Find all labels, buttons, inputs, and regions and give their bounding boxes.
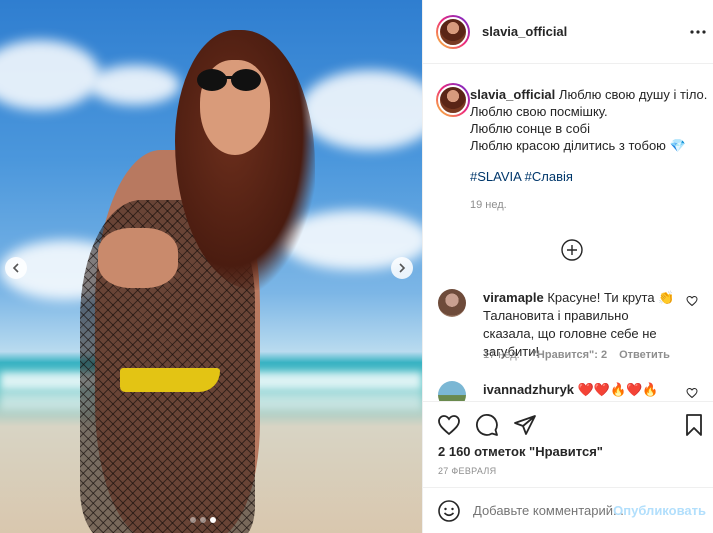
publish-button[interactable]: Опубликовать: [613, 503, 706, 518]
next-arrow-button[interactable]: [391, 257, 413, 279]
swimsuit: [120, 368, 220, 392]
more-icon[interactable]: [690, 24, 706, 40]
chevron-right-icon: [399, 263, 406, 273]
avatar-image: [438, 16, 468, 47]
comment-username[interactable]: ivannadzhuryk: [483, 382, 574, 397]
prev-arrow-button[interactable]: [5, 257, 27, 279]
caption-first-line: slavia_official Люблю свою душу і тіло.: [470, 86, 710, 103]
caption-line: Люблю сонце в собі: [470, 121, 591, 136]
emoji-icon[interactable]: [437, 499, 461, 523]
comment-text: ivannadzhuryk ❤️❤️🔥❤️🔥: [483, 381, 683, 399]
carousel-dot-active: [210, 517, 216, 523]
caption-username[interactable]: slavia_official: [470, 87, 555, 102]
post-date: 27 ФЕВРАЛЯ: [438, 466, 497, 476]
comment-username[interactable]: viramaple: [483, 290, 544, 305]
heart-icon[interactable]: [686, 295, 698, 307]
sunglasses: [197, 69, 261, 91]
comment-body: ❤️❤️🔥❤️🔥: [577, 382, 659, 397]
reply-button[interactable]: Ответить: [619, 349, 670, 361]
caption: slavia_official Люблю свою душу і тіло. …: [470, 86, 710, 214]
caption-line: Люблю свою душу і тіло.: [558, 87, 708, 102]
caption-hashtags[interactable]: #SLAVIA #Славія: [470, 168, 710, 185]
carousel-indicator: [190, 517, 216, 523]
comment-time: 17 нед.: [483, 349, 520, 361]
likes-count[interactable]: 2 160 отметок "Нравится": [438, 444, 603, 459]
caption-line: Люблю свою посмішку.: [470, 104, 608, 119]
load-more-comments-button[interactable]: [561, 239, 583, 261]
avatar[interactable]: [438, 289, 466, 317]
person-arm: [98, 228, 178, 288]
cloud: [300, 70, 422, 150]
avatar[interactable]: [436, 14, 470, 49]
cloud: [0, 40, 100, 110]
bookmark-icon[interactable]: [682, 413, 706, 437]
caption-line-with-gem: Люблю красою ділитись з тобою 💎: [470, 137, 710, 154]
add-comment-bar: Опубликовать: [423, 487, 713, 533]
post-header: slavia_official: [423, 0, 713, 64]
comment-input[interactable]: [473, 503, 623, 518]
header-username[interactable]: slavia_official: [482, 24, 567, 39]
cloud: [90, 65, 180, 105]
carousel-dot: [200, 517, 206, 523]
post-side-panel: slavia_official slavia_official Люблю св…: [422, 0, 713, 533]
action-icons: [437, 413, 537, 437]
gem-icon: 💎: [669, 138, 686, 153]
caption-line: Люблю красою ділитись з тобою: [470, 138, 666, 153]
carousel-dot: [190, 517, 196, 523]
chevron-left-icon: [12, 263, 19, 273]
caption-avatar-wrap: [436, 83, 470, 117]
avatar-image: [438, 85, 468, 115]
avatar[interactable]: [436, 83, 470, 117]
heart-icon[interactable]: [437, 413, 461, 437]
avatar[interactable]: [438, 381, 466, 401]
comment-icon[interactable]: [475, 413, 499, 437]
caption-time: 19 нед.: [470, 199, 507, 211]
comments-section[interactable]: slavia_official Люблю свою душу і тіло. …: [423, 65, 713, 401]
comment-meta: 17 нед. "Нравится": 2 Ответить: [483, 349, 670, 361]
comment-likes[interactable]: "Нравится": 2: [532, 349, 607, 361]
share-icon[interactable]: [513, 413, 537, 437]
heart-icon[interactable]: [686, 387, 698, 399]
post-photo[interactable]: [0, 0, 422, 533]
